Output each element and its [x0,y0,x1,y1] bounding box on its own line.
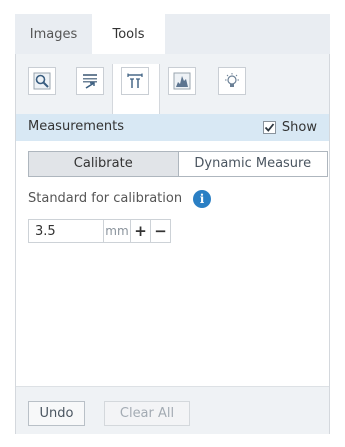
checkmark-icon [264,123,275,132]
mode-segmented-control: Calibrate Dynamic Measure [28,151,328,177]
histogram-tool-button[interactable] [168,67,196,95]
tool-toolbar [16,54,329,114]
info-icon[interactable]: i [193,190,211,208]
calibration-value-input[interactable] [28,219,104,243]
measurements-header: Measurements Show [16,114,329,141]
calibration-input-row: mm + − [28,219,171,243]
export-tool-button[interactable] [76,67,104,95]
lighting-tool-button[interactable] [218,67,246,95]
list-export-icon [83,74,97,89]
lightbulb-icon [225,73,239,87]
tab-images[interactable]: Images [15,14,92,54]
show-checkbox[interactable] [262,121,276,134]
undo-button[interactable]: Undo [28,401,85,426]
footer-bar: Undo Clear All [16,386,329,434]
clear-all-button[interactable]: Clear All [104,401,190,426]
show-toggle[interactable]: Show [262,120,317,135]
measure-ruler-icon [127,73,143,88]
measurements-title: Measurements [28,119,125,134]
panel-tab-bar: Images Tools [15,14,330,54]
histogram-icon [173,72,191,90]
measure-tool-button[interactable] [121,67,149,95]
increment-button[interactable]: + [131,219,151,243]
show-label: Show [281,120,317,135]
dynamic-measure-button[interactable]: Dynamic Measure [179,152,328,176]
tab-tools[interactable]: Tools [92,14,165,54]
zoom-icon [33,72,51,90]
unit-label: mm [104,219,131,243]
tools-panel: Measurements Show Calibrate Dynamic Meas… [15,54,330,434]
decrement-button[interactable]: − [151,219,171,243]
zoom-tool-button[interactable] [28,67,56,95]
calibrate-button[interactable]: Calibrate [29,152,179,176]
calibration-label: Standard for calibration [28,191,183,206]
